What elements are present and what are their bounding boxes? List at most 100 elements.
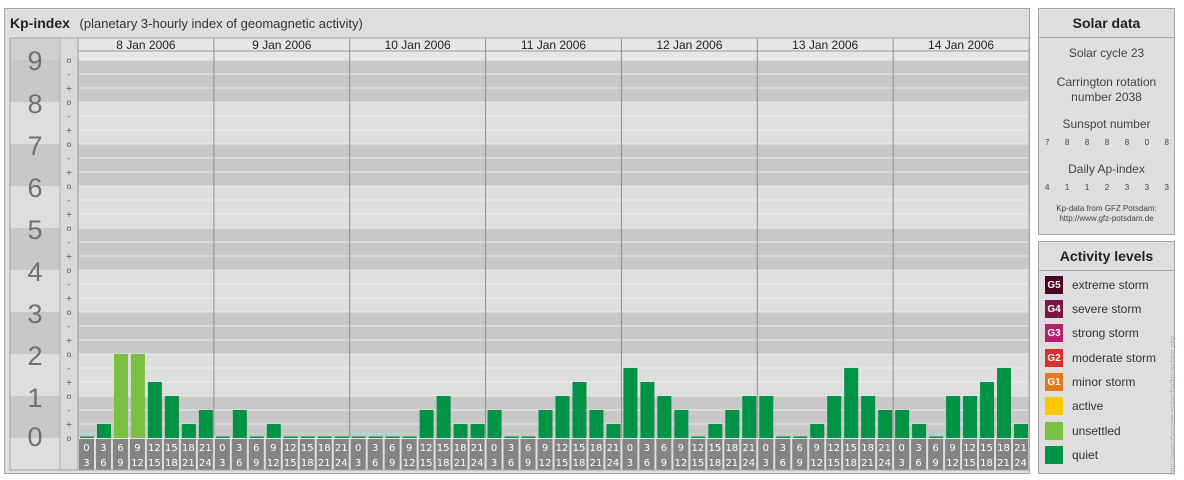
hour-label-end: 15 xyxy=(148,458,161,469)
sunspot-value: 8 xyxy=(1064,138,1070,147)
kp-bar xyxy=(776,436,791,438)
hour-label-end: 15 xyxy=(420,458,433,469)
hour-label-end: 15 xyxy=(827,458,840,469)
hour-label-end: 21 xyxy=(318,458,331,469)
hour-label-start: 12 xyxy=(827,443,840,454)
minor-tick-label: o xyxy=(67,140,72,149)
hour-label-end: 6 xyxy=(508,458,514,469)
kp-bar xyxy=(606,424,621,438)
kp-band xyxy=(10,354,1029,396)
kp-bar xyxy=(980,382,995,438)
hour-label-end: 9 xyxy=(117,458,123,469)
hour-label-end: 18 xyxy=(301,458,314,469)
kp-band xyxy=(10,102,1029,144)
hour-label-end: 3 xyxy=(491,458,497,469)
kp-bar xyxy=(96,424,111,438)
hour-label-start: 12 xyxy=(284,443,297,454)
level-quiet: quiet xyxy=(1045,446,1098,464)
hour-label-end: 3 xyxy=(763,458,769,469)
kp-bar xyxy=(725,409,740,438)
hour-label-end: 18 xyxy=(573,458,586,469)
hour-label-end: 18 xyxy=(165,458,178,469)
hour-label-end: 9 xyxy=(797,458,803,469)
hour-label-end: 9 xyxy=(661,458,667,469)
sunspot-value: 0 xyxy=(1144,138,1150,147)
kp-bar xyxy=(912,424,927,438)
minor-tick-label: + xyxy=(66,210,73,219)
hour-label-start: 3 xyxy=(644,443,650,454)
hour-label-start: 6 xyxy=(525,443,531,454)
ap-value: 1 xyxy=(1064,183,1070,192)
solar-cycle: Solar cycle 23 xyxy=(1068,46,1145,60)
hour-label-end: 18 xyxy=(708,458,721,469)
hour-label-start: 3 xyxy=(780,443,786,454)
hour-label-start: 6 xyxy=(661,443,667,454)
minor-tick-label: o xyxy=(67,98,72,107)
sunspot-values: 7 8 8 8 8 0 8 xyxy=(1045,138,1169,147)
hour-label-end: 21 xyxy=(182,458,195,469)
kp-bar xyxy=(334,436,349,438)
hour-label-start: 0 xyxy=(627,443,633,454)
hour-label-start: 18 xyxy=(454,443,467,454)
hour-label-end: 12 xyxy=(267,458,280,469)
kp-bar xyxy=(793,436,808,438)
minor-tick-label: - xyxy=(68,322,71,331)
kp-bar xyxy=(181,424,196,438)
hour-label-start: 9 xyxy=(542,443,548,454)
hour-label-start: 15 xyxy=(165,443,178,454)
hour-label-end: 3 xyxy=(83,458,89,469)
hour-label-start: 12 xyxy=(148,443,161,454)
kp-bar xyxy=(164,396,179,438)
hour-label-start: 9 xyxy=(406,443,412,454)
kp-bar xyxy=(538,409,553,438)
hour-label-end: 6 xyxy=(915,458,921,469)
minor-tick-label: o xyxy=(67,224,72,233)
hour-label-end: 15 xyxy=(691,458,704,469)
level-active: active xyxy=(1045,397,1103,415)
hour-label-start: 15 xyxy=(708,443,721,454)
y-tick-label: 2 xyxy=(27,341,42,371)
hour-label-start: 18 xyxy=(861,443,874,454)
minor-tick-label: - xyxy=(68,364,71,373)
hour-label-end: 12 xyxy=(403,458,416,469)
ap-value: 3 xyxy=(1164,183,1169,192)
level-strong-storm: G3 strong storm xyxy=(1045,324,1139,342)
solar-data-heading: Solar data xyxy=(1039,9,1174,38)
kp-bar xyxy=(504,436,519,438)
hour-label-end: 12 xyxy=(131,458,144,469)
hour-label-start: 15 xyxy=(844,443,857,454)
kp-bar xyxy=(470,424,485,438)
hour-label-start: 9 xyxy=(814,443,820,454)
level-minor-storm: G1 minor storm xyxy=(1045,373,1135,391)
day-label: 10 Jan 2006 xyxy=(385,38,451,52)
minor-tick-label: - xyxy=(68,280,71,289)
level-severe-storm: G4 severe storm xyxy=(1045,300,1141,318)
data-source-link[interactable]: http://www.gfz-potsdam.de xyxy=(1039,214,1174,224)
hour-label-start: 18 xyxy=(182,443,195,454)
kp-bar xyxy=(521,436,536,438)
kp-band xyxy=(10,312,1029,354)
minor-tick-label: o xyxy=(67,308,72,317)
kp-bar xyxy=(351,436,366,438)
hour-label-start: 0 xyxy=(355,443,361,454)
minor-tick-label: o xyxy=(67,56,72,65)
hour-label-start: 12 xyxy=(556,443,569,454)
minor-tick-label: - xyxy=(68,70,71,79)
hour-label-end: 24 xyxy=(878,458,891,469)
kp-bar xyxy=(844,367,859,438)
hour-label-end: 6 xyxy=(644,458,650,469)
hour-label-start: 21 xyxy=(1014,443,1027,454)
kp-band xyxy=(10,396,1029,438)
level-label: moderate storm xyxy=(1072,351,1157,365)
kp-bar xyxy=(742,396,757,438)
y-tick-label: 6 xyxy=(27,173,42,203)
level-label: minor storm xyxy=(1072,375,1136,389)
minor-tick-label: + xyxy=(66,84,73,93)
minor-tick-label: + xyxy=(66,294,73,303)
level-swatch: G5 xyxy=(1045,276,1063,294)
level-unsettled: unsettled xyxy=(1045,422,1121,440)
hour-label-end: 15 xyxy=(284,458,297,469)
sunspot-value: 7 xyxy=(1045,138,1050,147)
ap-value: 1 xyxy=(1084,183,1090,192)
level-swatch: G1 xyxy=(1045,373,1063,391)
